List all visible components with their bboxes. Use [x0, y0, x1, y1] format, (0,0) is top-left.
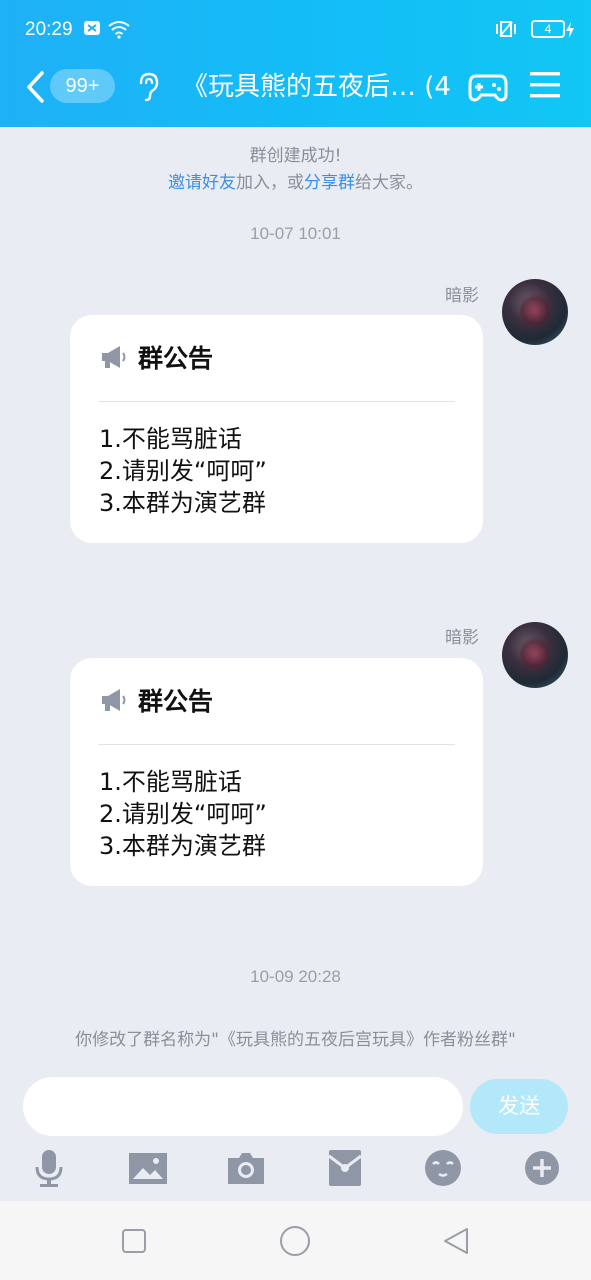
battery-indicator: 4: [531, 20, 565, 38]
status-time: 20:29: [25, 19, 73, 40]
announcement-content: 1.不能骂脏话 2.请别发“呵呵” 3.本群为演艺群: [99, 766, 267, 862]
notice-text-end: 给大家。: [355, 173, 423, 193]
sender-name: 暗影: [445, 286, 479, 306]
divider: [98, 744, 455, 745]
red-packet-icon[interactable]: [325, 1148, 365, 1188]
announcement-card[interactable]: 群公告 1.不能骂脏话 2.请别发“呵呵” 3.本群为演艺群: [70, 658, 483, 886]
megaphone-icon: [100, 345, 128, 373]
announcement-line: 2.请别发“呵呵”: [99, 800, 267, 828]
page-title[interactable]: 《玩具熊的五夜后… (4): [182, 67, 452, 107]
microphone-icon[interactable]: [29, 1148, 69, 1188]
message-timestamp: 10-07 10:01: [250, 224, 341, 243]
notice-line-1: 群创建成功!: [249, 146, 342, 166]
unread-badge[interactable]: 99+: [50, 69, 115, 103]
notice-text: 加入，或: [236, 173, 304, 193]
vibrate-icon: [494, 19, 518, 43]
announcement-line: 1.不能骂脏话: [99, 425, 242, 453]
announcement-content: 1.不能骂脏话 2.请别发“呵呵” 3.本群为演艺群: [99, 423, 267, 519]
status-bar: 20:29 4: [0, 0, 591, 60]
share-group-link[interactable]: 分享群: [304, 173, 355, 193]
image-icon[interactable]: [128, 1148, 168, 1188]
chat-header: 20:29 4 99+ 《玩具熊的五夜后… (4): [0, 0, 591, 127]
home-icon[interactable]: [279, 1225, 311, 1261]
back-arrow-icon[interactable]: [24, 70, 46, 108]
announcement-card[interactable]: 群公告 1.不能骂脏话 2.请别发“呵呵” 3.本群为演艺群: [70, 315, 483, 543]
send-button[interactable]: 发送: [470, 1079, 568, 1134]
menu-icon[interactable]: [530, 70, 560, 104]
camera-icon[interactable]: [226, 1148, 266, 1188]
avatar[interactable]: [502, 279, 568, 345]
announcement-line: 3.本群为演艺群: [99, 832, 266, 860]
group-created-notice: 群创建成功! 邀请好友加入，或分享群给大家。: [0, 141, 591, 193]
divider: [98, 401, 455, 402]
charging-icon: [566, 22, 574, 42]
rename-notice: 你修改了群名称为"《玩具熊的五夜后宫玩具》作者粉丝群": [75, 1030, 516, 1050]
emoji-icon[interactable]: [423, 1148, 463, 1188]
back-nav-icon[interactable]: [441, 1226, 471, 1260]
wifi-icon: [107, 19, 131, 43]
ear-mode-icon[interactable]: [136, 72, 160, 106]
notification-icon: [83, 19, 101, 41]
plus-icon[interactable]: [522, 1148, 562, 1188]
announcement-line: 1.不能骂脏话: [99, 768, 242, 796]
sender-name: 暗影: [445, 628, 479, 648]
card-title: 群公告: [138, 344, 214, 373]
card-title: 群公告: [138, 687, 214, 716]
announcement-line: 3.本群为演艺群: [99, 489, 266, 517]
system-nav-bar: [0, 1201, 591, 1280]
avatar[interactable]: [502, 622, 568, 688]
invite-friends-link[interactable]: 邀请好友: [168, 173, 236, 193]
message-timestamp: 10-09 20:28: [250, 967, 341, 986]
announcement-line: 2.请别发“呵呵”: [99, 457, 267, 485]
game-controller-icon[interactable]: [468, 70, 508, 108]
recent-apps-icon[interactable]: [121, 1228, 147, 1258]
nav-bar: 99+ 《玩具熊的五夜后… (4): [0, 60, 591, 127]
message-input[interactable]: [23, 1077, 463, 1136]
megaphone-icon: [100, 688, 128, 716]
